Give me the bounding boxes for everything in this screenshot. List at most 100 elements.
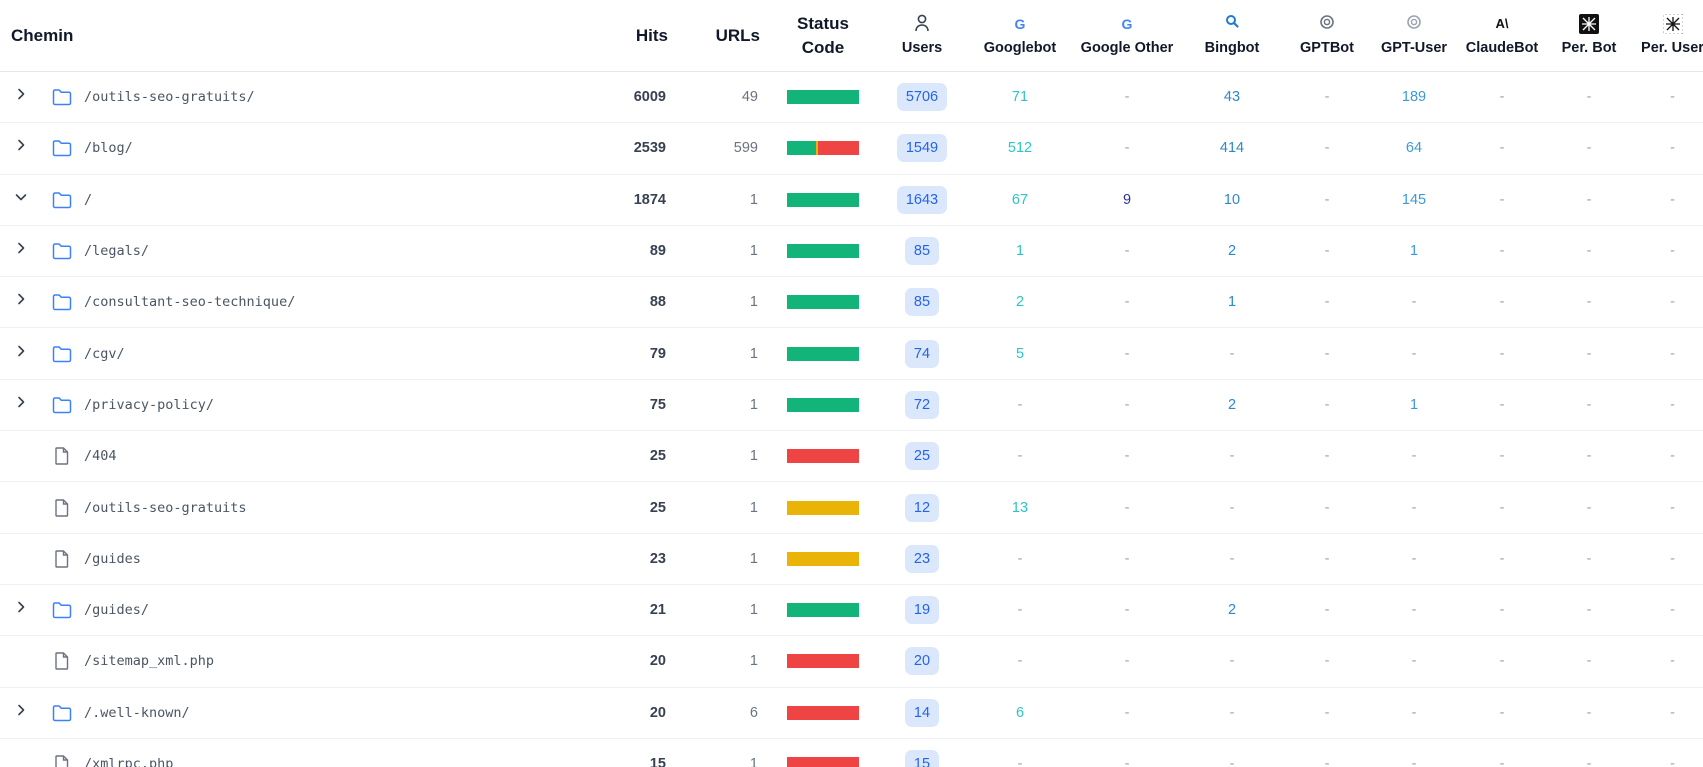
path-text[interactable]: /404: [84, 448, 117, 464]
chevron-right-icon[interactable]: [14, 344, 38, 364]
table-row[interactable]: /outils-seo-gratuits/6009 49 5706 71 - 43 - 189…: [0, 72, 1703, 123]
table-row[interactable]: /cgv/79 1 74 5 - - - - - - -: [0, 328, 1703, 380]
users-badge[interactable]: 72: [904, 390, 940, 419]
table-row[interactable]: /.well-known/20 6 14 6 - - - - - - -: [0, 687, 1703, 739]
path-text[interactable]: /cgv/: [84, 346, 125, 362]
path-text[interactable]: /guides: [84, 551, 141, 567]
path-text[interactable]: /guides/: [84, 602, 149, 618]
googlebot-value[interactable]: 67: [966, 174, 1074, 225]
table-row[interactable]: / 1874 1 1643 67 9 10 - 145 - - -: [0, 174, 1703, 226]
users-badge[interactable]: 74: [904, 339, 940, 368]
chevron-right-icon[interactable]: [14, 703, 38, 723]
bingbot-value[interactable]: 43: [1180, 72, 1284, 123]
table-row[interactable]: /guides 23 1 23 - - - - - - - -: [0, 533, 1703, 585]
table-row[interactable]: /blog/2539 599 1549 512 - 414 - 64 - - -: [0, 123, 1703, 175]
column-header-claudebot[interactable]: A\ ClaudeBot: [1458, 0, 1546, 72]
status-code-bar[interactable]: [787, 705, 859, 720]
status-code-bar[interactable]: [787, 654, 859, 669]
table-row[interactable]: /outils-seo-gratuits 25 1 12 13 - - - - - - -: [0, 482, 1703, 534]
chevron-right-icon[interactable]: [14, 241, 38, 261]
table-row[interactable]: /sitemap_xml.php 20 1 20 - - - - - - - -: [0, 636, 1703, 688]
table-row[interactable]: /guides/21 1 19 - - 2 - - - - -: [0, 584, 1703, 636]
column-header-google-other[interactable]: G Google Other: [1074, 0, 1180, 72]
googlebot-value[interactable]: 2: [966, 277, 1074, 328]
bingbot-value[interactable]: 1: [1180, 277, 1284, 328]
table-row[interactable]: /xmlrpc.php 15 1 15 - - - - - - - -: [0, 738, 1703, 767]
googlebot-value[interactable]: 512: [966, 123, 1074, 174]
status-code-bar[interactable]: [787, 192, 859, 207]
table-row[interactable]: /legals/89 1 85 1 - 2 - 1 - - -: [0, 225, 1703, 277]
path-text[interactable]: /outils-seo-gratuits: [84, 500, 247, 516]
chevron-right-icon[interactable]: [14, 395, 38, 415]
status-code-bar[interactable]: [787, 90, 859, 105]
status-code-bar[interactable]: [787, 551, 859, 566]
status-code-bar[interactable]: [787, 397, 859, 412]
googlebot-value[interactable]: 13: [966, 482, 1074, 533]
column-header-per-bot[interactable]: Per. Bot: [1546, 0, 1632, 72]
bingbot-value[interactable]: 2: [1180, 225, 1284, 276]
users-badge[interactable]: 14: [904, 698, 940, 727]
chevron-right-icon[interactable]: [14, 138, 38, 158]
googlebot-value[interactable]: 71: [966, 72, 1074, 123]
status-code-bar[interactable]: [787, 346, 859, 361]
path-text[interactable]: /sitemap_xml.php: [84, 653, 214, 669]
bingbot-value[interactable]: 2: [1180, 379, 1284, 430]
chevron-down-icon[interactable]: [14, 190, 38, 210]
path-text[interactable]: /legals/: [84, 243, 149, 259]
path-text[interactable]: /blog/: [84, 140, 133, 156]
status-code-bar[interactable]: [787, 603, 859, 618]
bingbot-value[interactable]: 10: [1180, 174, 1284, 225]
status-code-bar[interactable]: [787, 757, 859, 767]
column-header-gptbot[interactable]: GPTBot: [1284, 0, 1370, 72]
google-other-value[interactable]: 9: [1074, 174, 1180, 225]
users-badge[interactable]: 85: [904, 288, 940, 317]
path-text[interactable]: /.well-known/: [84, 705, 190, 721]
column-header-per-user[interactable]: Per. User: [1632, 0, 1703, 72]
status-code-bar[interactable]: [787, 449, 859, 464]
table-row[interactable]: /privacy-policy/75 1 72 - - 2 - 1 - - -: [0, 379, 1703, 431]
column-header-users[interactable]: Users: [878, 0, 966, 72]
users-badge[interactable]: 23: [904, 544, 940, 573]
users-badge[interactable]: 85: [904, 237, 940, 266]
gpt-user-value[interactable]: 189: [1370, 72, 1458, 123]
gpt-user-value[interactable]: 145: [1370, 174, 1458, 225]
column-header-googlebot[interactable]: G Googlebot: [966, 0, 1074, 72]
chevron-right-icon[interactable]: [14, 600, 38, 620]
users-badge[interactable]: 5706: [896, 83, 948, 112]
users-badge[interactable]: 1643: [896, 185, 948, 214]
bingbot-value[interactable]: 414: [1180, 123, 1284, 174]
table-row[interactable]: /consultant-seo-technique/88 1 85 2 - 1 - - - - -: [0, 277, 1703, 328]
column-header-path[interactable]: Chemin: [0, 0, 588, 72]
column-header-gpt-user[interactable]: GPT-User: [1370, 0, 1458, 72]
users-badge[interactable]: 25: [904, 442, 940, 471]
users-badge[interactable]: 15: [904, 750, 940, 767]
path-text[interactable]: /xmlrpc.php: [84, 756, 173, 767]
gpt-user-value[interactable]: 1: [1370, 225, 1458, 276]
chevron-right-icon[interactable]: [14, 292, 38, 312]
users-badge[interactable]: 19: [904, 596, 940, 625]
users-badge[interactable]: 1549: [896, 134, 948, 163]
googlebot-value[interactable]: 5: [966, 328, 1074, 379]
status-code-bar[interactable]: [787, 141, 859, 156]
gpt-user-value[interactable]: 1: [1370, 379, 1458, 430]
users-badge[interactable]: 12: [904, 493, 940, 522]
chevron-right-icon[interactable]: [14, 87, 38, 107]
googlebot-value[interactable]: 1: [966, 225, 1074, 276]
table-row[interactable]: /404 25 1 25 - - - - - - - -: [0, 431, 1703, 482]
gpt-user-value[interactable]: 64: [1370, 123, 1458, 174]
path-text[interactable]: /outils-seo-gratuits/: [84, 89, 255, 105]
column-header-urls[interactable]: URLs: [676, 0, 768, 72]
users-badge[interactable]: 20: [904, 647, 940, 676]
bingbot-value[interactable]: 2: [1180, 584, 1284, 635]
path-text[interactable]: /privacy-policy/: [84, 397, 214, 413]
column-header-bingbot[interactable]: Bingbot: [1180, 0, 1284, 72]
status-cell: [768, 482, 878, 533]
path-text[interactable]: /: [84, 192, 92, 208]
googlebot-value[interactable]: 6: [966, 687, 1074, 738]
path-text[interactable]: /consultant-seo-technique/: [84, 294, 295, 310]
column-header-hits[interactable]: Hits: [588, 0, 676, 72]
status-code-bar[interactable]: [787, 295, 859, 310]
status-code-bar[interactable]: [787, 244, 859, 259]
column-header-status[interactable]: Status Code: [768, 0, 878, 72]
status-code-bar[interactable]: [787, 500, 859, 515]
